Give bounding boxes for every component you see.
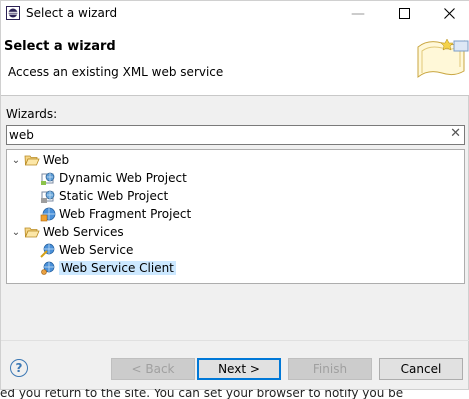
header-title: Select a wizard [4,39,116,54]
background-text: ed you return to the site. You can set y… [0,389,404,399]
button-bar-separator [1,340,469,341]
clear-filter-icon[interactable]: ✕ [450,126,461,141]
minimize-button[interactable]: — [335,1,381,26]
title-bar[interactable]: Select a wizard — [1,1,469,26]
close-icon [443,8,455,19]
maximize-button[interactable] [381,1,427,26]
help-icon[interactable]: ? [10,359,28,377]
folder-open-icon [24,227,40,238]
web-service-icon [40,243,55,258]
close-button[interactable] [426,1,469,26]
tree-item-web[interactable]: ⌄ Web [10,151,69,169]
wizard-filter-field[interactable]: ✕ [6,125,465,145]
tree-item-static-web-project[interactable]: Static Web Project [40,187,168,205]
tree-item-label: Web Service [59,243,134,257]
tree-item-label: Web [43,153,70,167]
static-web-project-icon [41,190,55,203]
tree-item-label: Web Services [43,225,124,239]
header-description: Access an existing XML web service [8,65,224,79]
web-service-client-icon [41,261,55,275]
tree-item-label: Web Fragment Project [59,207,192,221]
tree-item-label: Static Web Project [59,189,169,203]
tree-item-dynamic-web-project[interactable]: Dynamic Web Project [40,169,187,187]
wizard-dialog: Select a wizard — Select a wizard Access… [0,0,469,390]
maximize-icon [398,8,410,19]
expand-chevron-icon[interactable]: ⌄ [10,227,22,238]
wizard-tree[interactable]: ⌄ Web Dynamic Web Project Static Web Pro… [6,149,465,284]
eclipse-app-icon [6,6,20,20]
wizard-header: Select a wizard Access an existing XML w… [1,26,469,96]
window-title: Select a wizard [26,6,118,20]
folder-open-icon [24,155,40,166]
dynamic-web-project-icon [41,172,55,185]
cancel-button[interactable]: Cancel [379,358,463,380]
tree-item-label: Web Service Client [59,261,176,275]
wizard-filter-input[interactable] [9,127,439,143]
tree-item-web-fragment-project[interactable]: Web Fragment Project [40,205,191,223]
tree-item-label: Dynamic Web Project [59,171,187,185]
tree-item-web-service-client[interactable]: Web Service Client [40,259,176,277]
finish-button[interactable]: Finish [288,358,372,380]
tree-item-web-services[interactable]: ⌄ Web Services [10,223,124,241]
tree-item-web-service[interactable]: Web Service [40,241,133,259]
web-fragment-project-icon [40,207,56,222]
background-page-text: ed you return to the site. You can set y… [0,389,469,399]
wizard-banner-icon [417,38,469,79]
back-button[interactable]: < Back [111,358,195,380]
next-button[interactable]: Next > [197,358,281,380]
expand-chevron-icon[interactable]: ⌄ [10,155,22,166]
wizards-label: Wizards: [6,107,58,121]
